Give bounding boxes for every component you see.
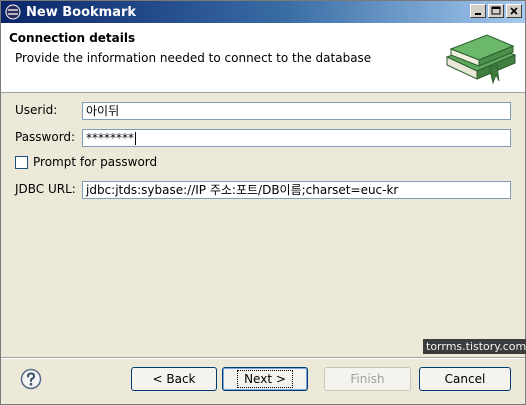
close-button[interactable] [506, 4, 522, 18]
finish-label: Finish [350, 372, 385, 386]
maximize-icon [491, 6, 501, 15]
jdbc-url-field[interactable]: jdbc:jtds:sybase://IP 주소:포트/DB이름;charset… [82, 181, 511, 199]
close-icon [510, 7, 518, 15]
window-title: New Bookmark [26, 4, 137, 20]
text-caret [135, 132, 136, 145]
jdbc-url-label: JDBC URL: [15, 182, 76, 196]
next-label: Next > [237, 370, 293, 388]
minimize-button[interactable] [470, 4, 486, 18]
next-button[interactable]: Next > [222, 367, 308, 391]
jdbc-url-value: jdbc:jtds:sybase://IP 주소:포트/DB이름;charset… [86, 183, 399, 197]
banner-title: Connection details [9, 31, 136, 45]
password-field[interactable]: ******** [82, 129, 511, 147]
title-bar[interactable]: New Bookmark [1, 1, 525, 23]
cancel-button[interactable]: Cancel [419, 367, 511, 391]
back-label: < Back [152, 372, 196, 386]
maximize-button[interactable] [488, 4, 504, 18]
userid-value: 아이뒤 [86, 104, 120, 118]
book-icon [445, 34, 517, 85]
cancel-label: Cancel [444, 372, 486, 386]
minimize-icon [475, 13, 481, 15]
password-value: ******** [86, 131, 134, 145]
prompt-password-checkbox[interactable] [15, 156, 28, 169]
help-icon[interactable] [20, 368, 42, 390]
eclipse-icon [5, 4, 21, 20]
banner-description: Provide the information needed to connec… [15, 51, 372, 65]
back-button[interactable]: < Back [131, 367, 217, 391]
userid-label: Userid: [15, 103, 58, 117]
wizard-banner: Connection details Provide the informati… [1, 23, 525, 93]
finish-button[interactable]: Finish [324, 367, 411, 391]
password-label: Password: [15, 130, 76, 144]
button-bar-separator [1, 357, 525, 359]
watermark: torrms.tistory.com [423, 339, 526, 354]
userid-field[interactable]: 아이뒤 [82, 102, 511, 120]
prompt-password-label[interactable]: Prompt for password [33, 155, 157, 169]
new-bookmark-dialog: New Bookmark Connection details Provide … [0, 0, 526, 405]
